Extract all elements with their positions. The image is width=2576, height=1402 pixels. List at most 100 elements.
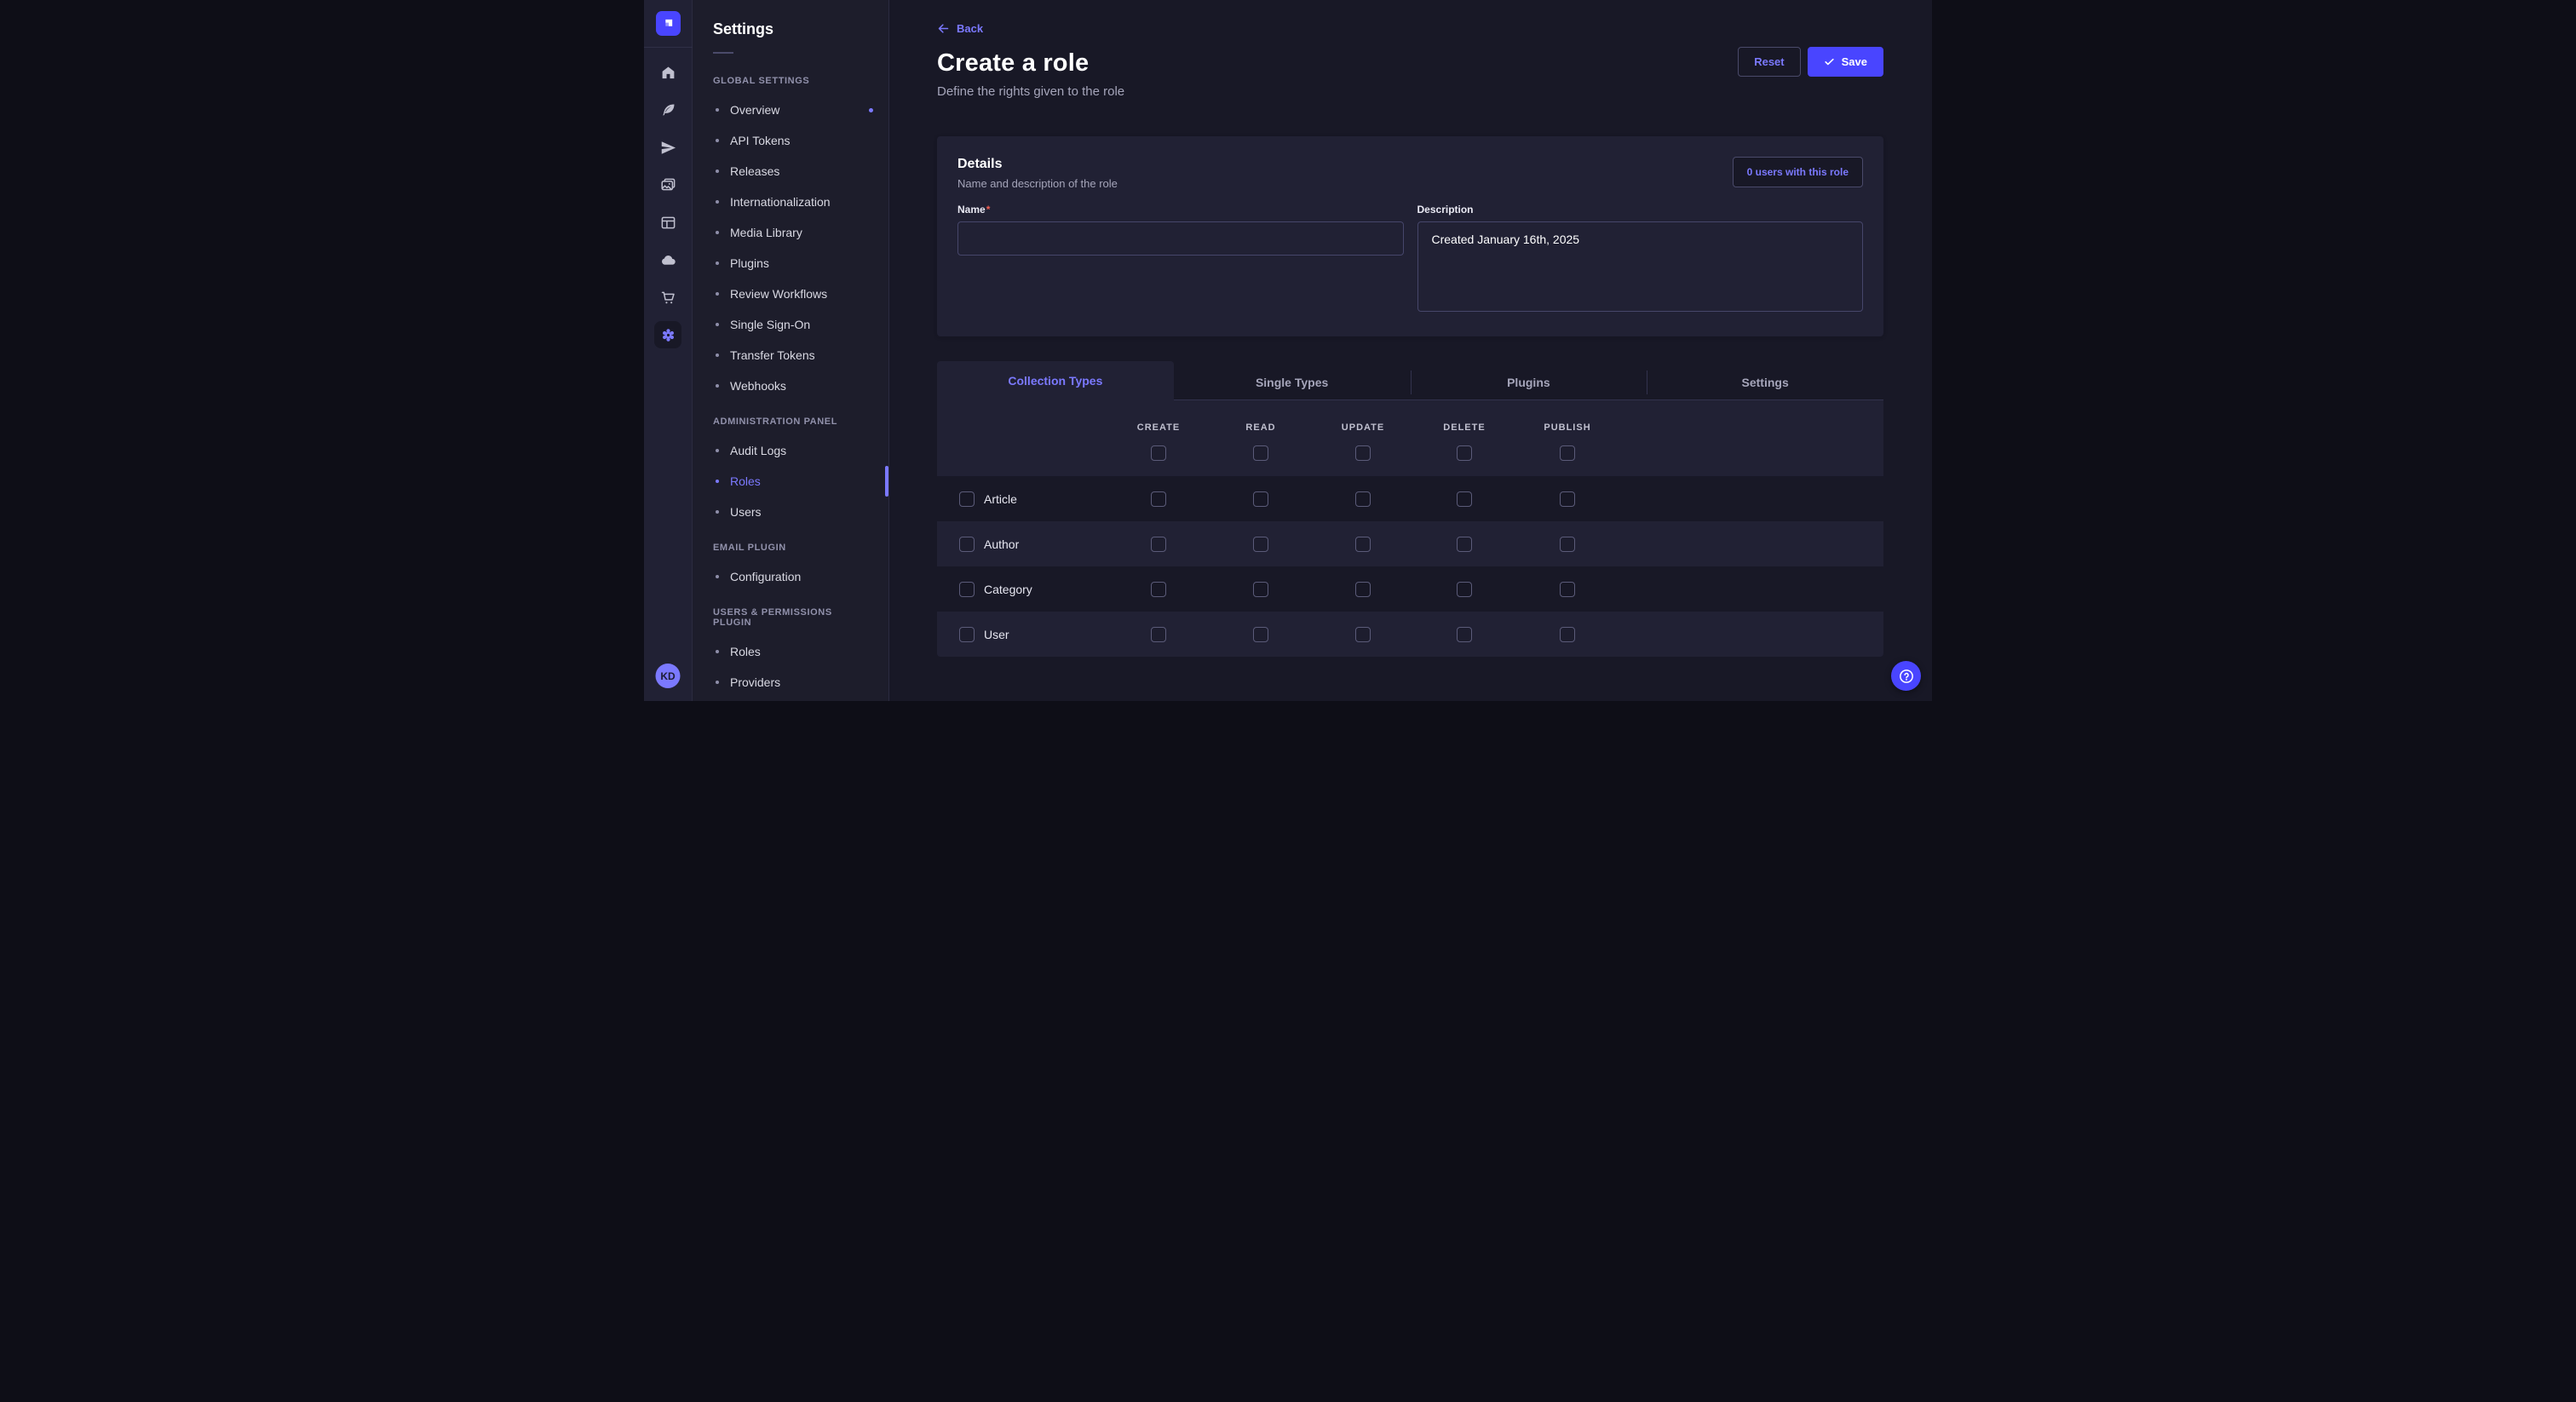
column-header-update: UPDATE [1342,422,1384,433]
media-library-nav-button[interactable] [654,171,681,198]
select-all-create-checkbox[interactable] [1151,445,1166,461]
permissions-table-header: CREATEREADUPDATEDELETEPUBLISH [937,400,1883,476]
sidebar-item-label: Single Sign-On [730,318,810,331]
table-row-article: Article [937,476,1883,521]
home-nav-button[interactable] [654,59,681,86]
tab-plugins[interactable]: Plugins [1411,365,1647,400]
row-select-article-checkbox[interactable] [959,491,975,507]
user-avatar[interactable]: KD [656,664,681,688]
table-row-author: Author [937,521,1883,566]
bullet-icon [716,510,719,514]
save-button[interactable]: Save [1808,47,1883,77]
back-link[interactable]: Back [937,22,983,35]
users-with-role-button[interactable]: 0 users with this role [1733,157,1863,187]
sidebar-item-media-library[interactable]: Media Library [693,217,888,248]
sidebar-item-label: Media Library [730,226,802,239]
permission-category-update-checkbox[interactable] [1355,582,1371,597]
sidebar-item-configuration[interactable]: Configuration [693,561,888,592]
bullet-icon [716,449,719,452]
permission-user-publish-checkbox[interactable] [1560,627,1575,642]
permission-article-read-checkbox[interactable] [1253,491,1268,507]
tab-label: Plugins [1507,376,1550,389]
permissions-tabs: Collection Types Single Types Plugins Setti… [937,361,1883,400]
reset-button[interactable]: Reset [1738,47,1800,77]
save-label: Save [1842,55,1867,68]
tab-collection-types[interactable]: Collection Types [937,361,1174,400]
settings-gear-nav-button[interactable] [654,321,681,348]
subnav-section-heading: USERS & PERMISSIONS PLUGIN [713,607,868,628]
details-subtitle: Name and description of the role [957,177,1118,190]
name-input[interactable] [957,221,1404,256]
tab-settings[interactable]: Settings [1647,365,1883,400]
sidebar-item-review-workflows[interactable]: Review Workflows [693,279,888,309]
permissions-table-rows: ArticleAuthorCategoryUser [937,476,1883,657]
sidebar-item-webhooks[interactable]: Webhooks [693,371,888,401]
sidebar-item-audit-logs[interactable]: Audit Logs [693,435,888,466]
permission-user-create-checkbox[interactable] [1151,627,1166,642]
permission-category-delete-checkbox[interactable] [1457,582,1472,597]
help-button[interactable] [1891,661,1921,691]
sidebar-item-internationalization[interactable]: Internationalization [693,187,888,217]
permission-article-create-checkbox[interactable] [1151,491,1166,507]
select-all-read-checkbox[interactable] [1253,445,1268,461]
details-title: Details [957,157,1118,172]
permission-author-create-checkbox[interactable] [1151,537,1166,552]
permission-user-update-checkbox[interactable] [1355,627,1371,642]
cloud-nav-button[interactable] [654,246,681,273]
arrow-left-icon [937,22,950,35]
sidebar-item-label: Configuration [730,570,801,583]
table-row-category: Category [937,566,1883,612]
permission-author-publish-checkbox[interactable] [1560,537,1575,552]
bullet-icon [716,480,719,483]
permission-category-read-checkbox[interactable] [1253,582,1268,597]
send-plane-nav-button[interactable] [654,134,681,161]
sidebar-item-users[interactable]: Users [693,497,888,527]
sidebar-item-plugins[interactable]: Plugins [693,248,888,279]
permission-user-read-checkbox[interactable] [1253,627,1268,642]
row-select-user-checkbox[interactable] [959,627,975,642]
workplace-logo-button[interactable] [644,0,693,48]
select-all-update-checkbox[interactable] [1355,445,1371,461]
permission-article-delete-checkbox[interactable] [1457,491,1472,507]
subnav-divider [713,52,733,54]
sidebar-item-single-sign-on[interactable]: Single Sign-On [693,309,888,340]
marketplace-cart-nav-button[interactable] [654,284,681,311]
select-all-delete-checkbox[interactable] [1457,445,1472,461]
tab-label: Collection Types [1008,374,1102,388]
tab-single-types[interactable]: Single Types [1174,365,1411,400]
sidebar-item-releases[interactable]: Releases [693,156,888,187]
permission-article-update-checkbox[interactable] [1355,491,1371,507]
sidebar-item-transfer-tokens[interactable]: Transfer Tokens [693,340,888,371]
row-select-author-checkbox[interactable] [959,537,975,552]
permission-author-update-checkbox[interactable] [1355,537,1371,552]
sidebar-item-providers[interactable]: Providers [693,667,888,698]
permission-user-delete-checkbox[interactable] [1457,627,1472,642]
sidebar-item-roles[interactable]: Roles [693,466,888,497]
layout-builder-nav-button[interactable] [654,209,681,236]
tab-label: Settings [1742,376,1789,389]
page-subtitle: Define the rights given to the role [937,84,1883,99]
check-icon [1824,56,1835,67]
feather-content-nav-button[interactable] [654,96,681,124]
main-navbar: KD [644,0,693,701]
permission-category-publish-checkbox[interactable] [1560,582,1575,597]
column-header-publish: PUBLISH [1544,422,1590,433]
bullet-icon [716,575,719,578]
permission-author-read-checkbox[interactable] [1253,537,1268,552]
sidebar-item-overview[interactable]: Overview [693,95,888,125]
permission-category-create-checkbox[interactable] [1151,582,1166,597]
sidebar-item-api-tokens[interactable]: API Tokens [693,125,888,156]
bullet-icon [716,353,719,357]
select-all-publish-checkbox[interactable] [1560,445,1575,461]
description-textarea[interactable]: Created January 16th, 2025 [1417,221,1864,312]
bullet-icon [716,384,719,388]
sidebar-item-roles[interactable]: Roles [693,636,888,667]
sidebar-item-label: Roles [730,474,761,488]
permissions-table: CREATEREADUPDATEDELETEPUBLISH ArticleAut… [937,400,1883,657]
subnav-item-list: RolesProviders [693,636,888,698]
permission-article-publish-checkbox[interactable] [1560,491,1575,507]
row-select-category-checkbox[interactable] [959,582,975,597]
feather-content-icon [660,102,676,118]
send-plane-icon [660,140,676,156]
permission-author-delete-checkbox[interactable] [1457,537,1472,552]
